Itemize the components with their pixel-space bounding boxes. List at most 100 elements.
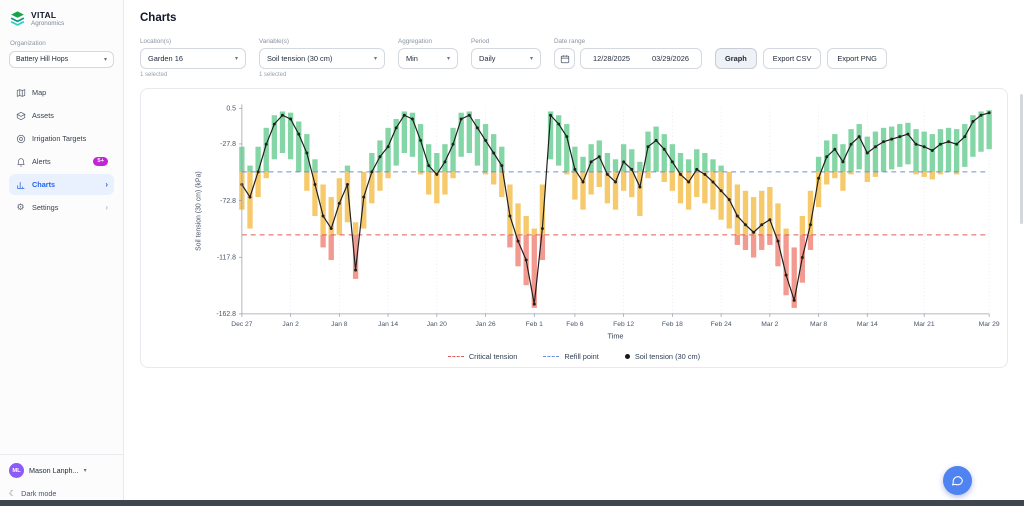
page-title: Charts — [140, 12, 177, 24]
brand-name: VITAL — [31, 10, 57, 20]
date-end-input[interactable]: 03/29/2026 — [652, 54, 689, 63]
svg-text:Feb 12: Feb 12 — [613, 321, 634, 328]
svg-text:Jan 8: Jan 8 — [331, 321, 348, 328]
svg-text:Mar 21: Mar 21 — [914, 321, 935, 328]
chart-card: 0.5 -27.8 -72.8 -117.8 -162.8 Dec 27 Jan 2 Jan … — [140, 88, 1008, 368]
svg-text:Jan 14: Jan 14 — [378, 321, 398, 328]
main-content: Charts Location(s) Garden 16 ▾ 1 selecte… — [124, 0, 1024, 506]
aggregation-select[interactable]: Min ▾ — [398, 48, 458, 69]
chevron-down-icon: ▾ — [529, 56, 533, 62]
period-value: Daily — [479, 54, 496, 63]
alerts-count-badge: 5+ — [93, 157, 108, 166]
brand-subtitle: Agronomics — [31, 20, 65, 27]
chart-legend: Critical tension Refill point Soil tension… — [145, 352, 1003, 361]
dark-mode-label: Dark mode — [21, 489, 57, 498]
svg-text:Mar 29: Mar 29 — [979, 321, 1000, 328]
sidebar-footer: ML Mason Lanph... ▾ ☾ Dark mode — [0, 454, 123, 498]
svg-text:-162.8: -162.8 — [216, 311, 236, 318]
graph-button[interactable]: Graph — [715, 48, 757, 69]
svg-text:Time: Time — [608, 332, 624, 341]
sidebar-item-irrigation-targets[interactable]: Irrigation Targets — [9, 128, 114, 149]
period-label: Period — [471, 38, 490, 45]
target-icon — [15, 133, 26, 144]
aggregation-filter-group: Aggregation Min ▾ — [398, 38, 458, 69]
horizontal-scrollbar[interactable] — [0, 500, 1024, 506]
svg-text:Jan 2: Jan 2 — [282, 321, 299, 328]
sidebar-item-settings[interactable]: ⚙ Settings › — [9, 197, 114, 218]
svg-text:0.5: 0.5 — [226, 106, 236, 113]
svg-text:Feb 6: Feb 6 — [566, 321, 583, 328]
legend-item: Refill point — [543, 352, 599, 361]
svg-text:Jan 20: Jan 20 — [427, 321, 447, 328]
user-menu[interactable]: ML Mason Lanph... ▾ — [9, 463, 114, 478]
date-start-input[interactable]: 12/28/2025 — [593, 54, 630, 63]
svg-text:-27.8: -27.8 — [220, 141, 236, 148]
chevron-right-icon: › — [105, 202, 108, 212]
location-filter-group: Location(s) Garden 16 ▾ 1 selected — [140, 38, 246, 78]
svg-text:Feb 24: Feb 24 — [711, 321, 732, 328]
location-value: Garden 16 — [148, 54, 183, 63]
vertical-scrollbar[interactable] — [1020, 94, 1023, 224]
chat-bubble-icon — [951, 476, 963, 486]
date-range-field: 12/28/2025 03/29/2026 — [580, 48, 702, 69]
date-range-label: Date range — [554, 38, 586, 45]
svg-text:Mar 14: Mar 14 — [857, 321, 878, 328]
sidebar-item-charts[interactable]: Charts › — [9, 174, 114, 195]
chevron-down-icon: ▾ — [103, 57, 107, 63]
chevron-down-icon: ▾ — [446, 56, 450, 62]
sidebar-item-label: Map — [32, 88, 47, 97]
action-buttons: Graph Export CSV Export PNG — [715, 38, 887, 69]
legend-item: Soil tension (30 cm) — [624, 352, 701, 361]
chevron-down-icon: ▾ — [234, 56, 238, 62]
svg-text:Dec 27: Dec 27 — [231, 321, 253, 328]
export-csv-button[interactable]: Export CSV — [762, 48, 822, 69]
sidebar-item-label: Settings — [32, 203, 59, 212]
period-filter-group: Period Daily ▾ — [471, 38, 541, 69]
chevron-right-icon: › — [105, 179, 108, 189]
svg-text:Jan 26: Jan 26 — [475, 321, 495, 328]
svg-text:Soil tension (30 cm) (kPa): Soil tension (30 cm) (kPa) — [195, 171, 202, 250]
dashed-red-line-swatch — [447, 356, 464, 357]
soil-tension-chart[interactable]: 0.5 -27.8 -72.8 -117.8 -162.8 Dec 27 Jan 2 Jan … — [145, 97, 1003, 350]
bell-icon — [15, 156, 26, 167]
location-select[interactable]: Garden 16 ▾ — [140, 48, 246, 69]
chevron-down-icon: ▾ — [83, 468, 87, 474]
user-name: Mason Lanph... — [29, 466, 79, 475]
calendar-button[interactable] — [554, 48, 575, 69]
dashed-blue-line-swatch — [543, 356, 560, 357]
organization-select[interactable]: Battery Hill Hops ▾ — [9, 51, 114, 68]
app-window: VITAL Agronomics Organization Battery Hi… — [0, 0, 1024, 506]
map-icon — [15, 87, 26, 98]
chevron-down-icon: ▾ — [373, 56, 377, 62]
svg-text:Mar 8: Mar 8 — [810, 321, 827, 328]
dark-mode-toggle[interactable]: ☾ Dark mode — [9, 489, 114, 498]
sidebar-item-assets[interactable]: Assets — [9, 105, 114, 126]
location-label: Location(s) — [140, 38, 172, 45]
variable-select[interactable]: Soil tension (30 cm) ▾ — [259, 48, 385, 69]
bar-chart-icon — [15, 179, 26, 190]
period-select[interactable]: Daily ▾ — [471, 48, 541, 69]
date-range-group: Date range 12/28/2025 03/29/2026 — [554, 38, 702, 69]
assets-icon — [15, 110, 26, 121]
chat-fab-button[interactable] — [943, 466, 972, 495]
variable-label: Variable(s) — [259, 38, 289, 45]
legend-label: Soil tension (30 cm) — [634, 352, 701, 361]
svg-text:-72.8: -72.8 — [220, 198, 236, 205]
sidebar-item-alerts[interactable]: Alerts 5+ — [9, 151, 114, 172]
brand: VITAL Agronomics — [9, 10, 114, 27]
brand-logo-icon — [10, 11, 25, 26]
svg-text:Feb 18: Feb 18 — [662, 321, 683, 328]
moon-icon: ☾ — [9, 488, 17, 498]
aggregation-label: Aggregation — [398, 38, 432, 45]
calendar-icon — [560, 54, 569, 63]
gear-icon: ⚙ — [16, 202, 25, 212]
variable-value: Soil tension (30 cm) — [267, 54, 333, 63]
variable-filter-group: Variable(s) Soil tension (30 cm) ▾ 1 sel… — [259, 38, 385, 78]
sidebar-nav: Map Assets Irrigation Targets Alerts 5+ — [9, 82, 114, 218]
svg-text:Feb 1: Feb 1 — [526, 321, 543, 328]
sidebar-item-map[interactable]: Map — [9, 82, 114, 103]
svg-text:-117.8: -117.8 — [217, 255, 236, 262]
export-png-button[interactable]: Export PNG — [827, 48, 887, 69]
sidebar: VITAL Agronomics Organization Battery Hi… — [0, 0, 124, 506]
black-dot-swatch — [624, 354, 630, 359]
